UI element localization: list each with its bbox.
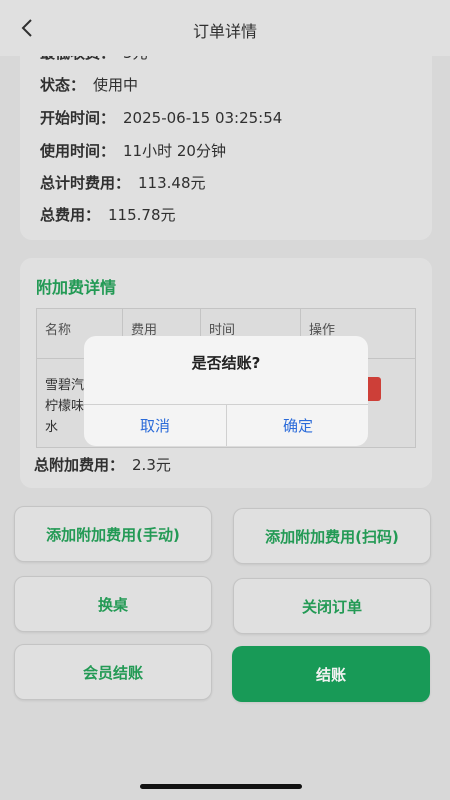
dialog-cancel-button[interactable]: 取消 xyxy=(84,404,226,446)
dialog-title: 是否结账? xyxy=(191,354,261,372)
home-indicator xyxy=(140,784,302,789)
dialog-confirm-button[interactable]: 确定 xyxy=(227,404,368,446)
confirm-checkout-dialog: 是否结账? 取消 确定 xyxy=(84,336,368,446)
